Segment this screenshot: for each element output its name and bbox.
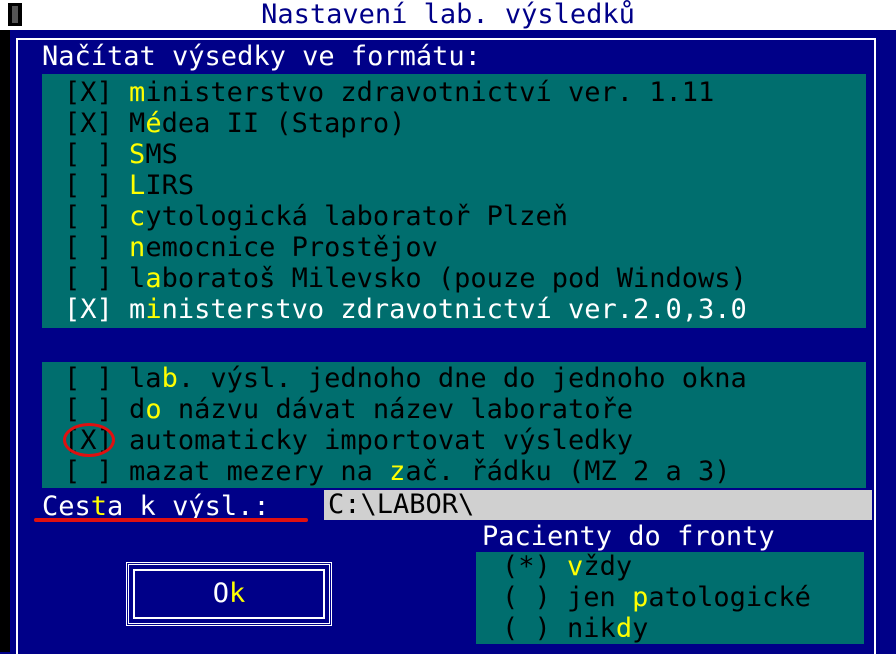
hotkey: k bbox=[229, 578, 246, 609]
item-label: atologické bbox=[648, 582, 811, 613]
item-label: ždy bbox=[583, 551, 633, 582]
queue-option-always[interactable]: (*) vždy bbox=[502, 552, 632, 581]
hotkey: m bbox=[129, 77, 146, 108]
hotkey: é bbox=[145, 108, 162, 139]
checkbox[interactable]: [X] bbox=[64, 77, 113, 108]
item-label-pre: la bbox=[129, 363, 162, 394]
format-item-prostejov[interactable]: [ ] nemocnice Prostějov bbox=[64, 233, 438, 262]
format-item-milevsko[interactable]: [ ] laboratoš Milevsko (pouze pod Window… bbox=[64, 264, 747, 293]
hotkey: b bbox=[161, 363, 178, 394]
path-label: Cesta k výsl.: bbox=[42, 492, 270, 521]
format-item-cytologie[interactable]: [ ] cytologická laboratoř Plzeň bbox=[64, 202, 568, 231]
checkbox[interactable]: [ ] bbox=[64, 170, 113, 201]
item-label-pre: m bbox=[129, 294, 146, 325]
item-label: . výsl. jednoho dne do jednoho okna bbox=[177, 363, 747, 394]
format-item-sms[interactable]: [ ] SMS bbox=[64, 140, 178, 169]
item-label: názvu dávat název laboratoře bbox=[161, 394, 633, 425]
hotkey: v bbox=[567, 551, 584, 582]
window-edge bbox=[0, 30, 10, 652]
format-item-lirs[interactable]: [ ] LIRS bbox=[64, 171, 194, 200]
hotkey: L bbox=[129, 170, 146, 201]
option-auto-import[interactable]: [X] automaticky importovat výsledky bbox=[64, 426, 633, 455]
queue-title: Pacienty do fronty bbox=[482, 521, 775, 552]
item-label: ytologická laboratoř Plzeň bbox=[145, 201, 568, 232]
ok-label-pre: O bbox=[212, 578, 229, 609]
hotkey: i bbox=[145, 294, 162, 325]
format-item-medea[interactable]: [X] Médea II (Stapro) bbox=[64, 109, 405, 138]
format-heading: Načítat výsedky ve formátu: bbox=[42, 41, 481, 72]
options-group: [ ] lab. výsl. jednoho dne do jednoho ok… bbox=[42, 362, 866, 488]
hotkey: z bbox=[389, 456, 406, 487]
checkbox[interactable]: [ ] bbox=[64, 394, 113, 425]
hotkey: c bbox=[129, 201, 146, 232]
checkbox[interactable]: [ ] bbox=[64, 363, 113, 394]
queue-option-never[interactable]: ( ) nikdy bbox=[502, 614, 648, 643]
hotkey: a bbox=[145, 263, 162, 294]
option-lab-name[interactable]: [ ] do názvu dávat název laboratoře bbox=[64, 395, 633, 424]
hotkey: o bbox=[145, 394, 162, 425]
format-item-mz-111[interactable]: [X] ministerstvo zdravotnictví ver. 1.11 bbox=[64, 78, 714, 107]
title-bar: Nastavení lab. výsledků bbox=[0, 0, 896, 30]
item-label-pre: nik bbox=[567, 613, 616, 644]
checkbox[interactable]: [ ] bbox=[64, 139, 113, 170]
item-label-pre: d bbox=[129, 394, 146, 425]
ok-button[interactable]: Ok bbox=[126, 562, 332, 626]
item-label: boratoš Milevsko (pouze pod Windows) bbox=[161, 263, 747, 294]
checkbox[interactable]: [ ] bbox=[64, 232, 113, 263]
hotkey: n bbox=[129, 232, 146, 263]
item-label-pre: l bbox=[129, 263, 146, 294]
item-label: dea II (Stapro) bbox=[161, 108, 406, 139]
hotkey: p bbox=[632, 582, 649, 613]
item-label: automaticky importovat výsledky bbox=[129, 425, 633, 456]
window-title: Nastavení lab. výsledků bbox=[261, 0, 635, 30]
checkbox[interactable]: [X] bbox=[64, 294, 113, 325]
item-label: inisterstvo zdravotnictví ver. 1.11 bbox=[145, 77, 715, 108]
queue-option-pathologic[interactable]: ( ) jen patologické bbox=[502, 583, 811, 612]
hotkey: d bbox=[615, 613, 633, 644]
path-input[interactable]: C:\LABOR\ bbox=[324, 490, 872, 520]
radio[interactable]: (*) bbox=[502, 551, 551, 582]
item-label: nisterstvo zdravotnictví ver.2.0,3.0 bbox=[161, 294, 747, 325]
item-label-pre: mazat mezery na bbox=[129, 456, 390, 487]
format-item-mz-20-30[interactable]: [X] ministerstvo zdravotnictví ver.2.0,3… bbox=[64, 295, 747, 324]
checkbox[interactable]: [ ] bbox=[64, 456, 113, 487]
item-label-pre: M bbox=[129, 108, 146, 139]
radio[interactable]: ( ) bbox=[502, 582, 551, 613]
item-label-pre: jen bbox=[567, 582, 633, 613]
item-label: MS bbox=[145, 139, 178, 170]
checkbox[interactable]: [ ] bbox=[64, 201, 113, 232]
format-group: [X] ministerstvo zdravotnictví ver. 1.11… bbox=[42, 74, 866, 328]
item-label: ač. řádku (MZ 2 a 3) bbox=[405, 456, 731, 487]
option-one-window[interactable]: [ ] lab. výsl. jednoho dne do jednoho ok… bbox=[64, 364, 747, 393]
item-label: IRS bbox=[145, 170, 195, 201]
item-label: emocnice Prostějov bbox=[145, 232, 438, 263]
checkbox[interactable]: [X] bbox=[64, 108, 113, 139]
annotation-circle bbox=[63, 423, 115, 457]
queue-group: (*) vždy ( ) jen patologické ( ) nikdy bbox=[476, 552, 864, 644]
checkbox[interactable]: [ ] bbox=[64, 263, 113, 294]
annotation-underline bbox=[34, 518, 308, 522]
ok-label: Ok bbox=[129, 579, 329, 608]
option-trim-spaces[interactable]: [ ] mazat mezery na zač. řádku (MZ 2 a 3… bbox=[64, 457, 731, 486]
item-label: y bbox=[632, 613, 649, 644]
radio[interactable]: ( ) bbox=[502, 613, 551, 644]
path-value: C:\LABOR\ bbox=[328, 489, 475, 520]
hotkey: S bbox=[129, 139, 146, 170]
